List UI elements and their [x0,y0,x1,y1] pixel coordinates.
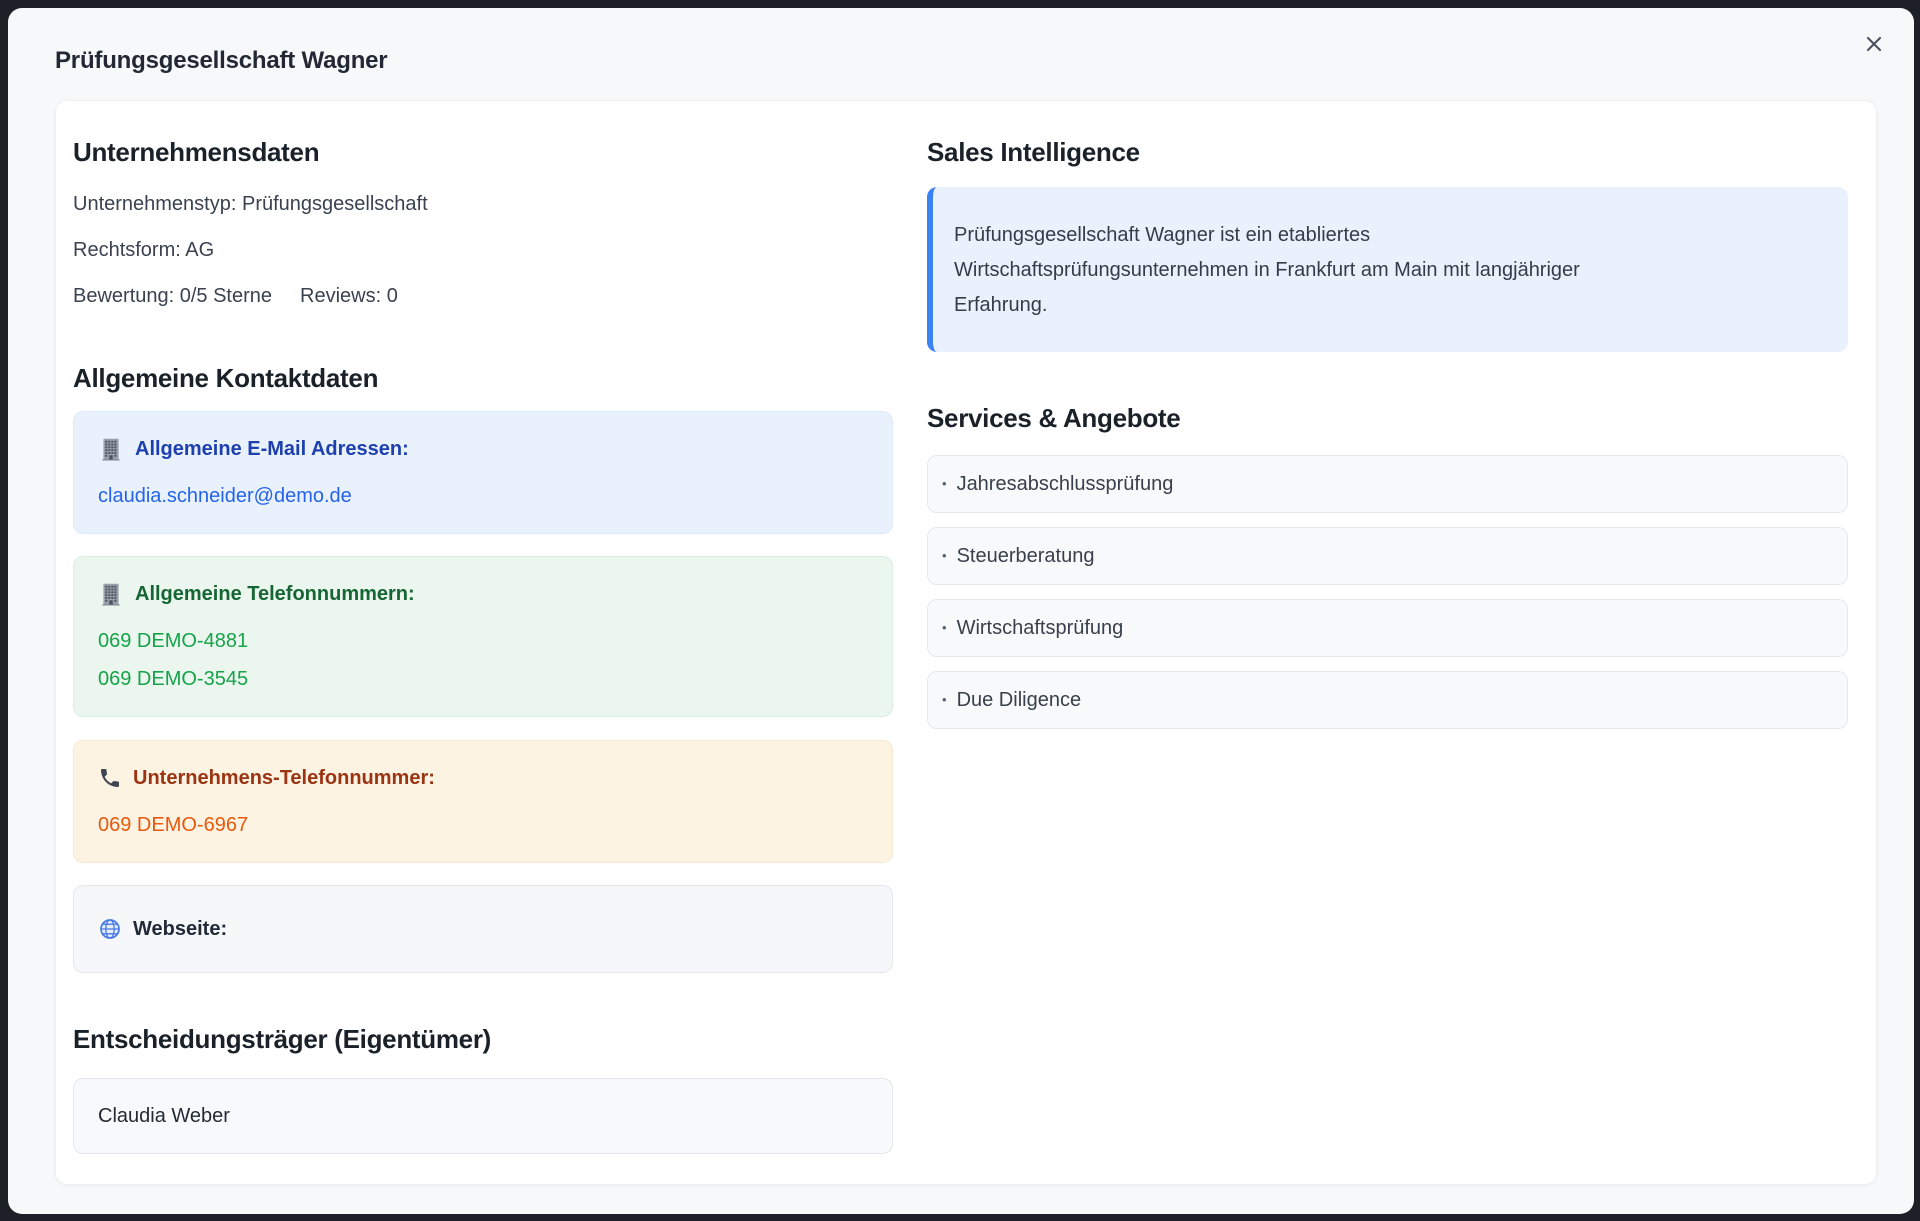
bullet-icon: • [942,542,947,570]
phone-icon [98,766,122,790]
callout-text-line: Prüfungsgesellschaft Wagner ist ein etab… [954,218,1820,253]
left-column: Unternehmensdaten Unternehmenstyp: Prüfu… [73,136,893,1154]
email-box: Allgemeine E-Mail Adressen: claudia.schn… [73,411,893,534]
rating-row: Bewertung: 0/5 Sterne Reviews: 0 [73,282,893,310]
phone-number[interactable]: 069 DEMO-3545 [98,665,868,693]
modal-title: Prüfungsgesellschaft Wagner [55,46,1877,76]
owner-item: Claudia Weber [73,1078,893,1154]
service-item: • Due Diligence [927,671,1848,729]
owners-heading: Entscheidungsträger (Eigentümer) [73,1023,893,1055]
rating-value: Bewertung: 0/5 Sterne [73,282,272,310]
company-phone-label: Unternehmens-Telefonnummer: [133,764,435,792]
email-box-label-row: Allgemeine E-Mail Adressen: [98,435,868,463]
company-phone-label-row: Unternehmens-Telefonnummer: [98,764,868,792]
reviews-count: Reviews: 0 [300,282,398,310]
close-button[interactable] [1862,32,1886,56]
service-item: • Wirtschaftsprüfung [927,599,1848,657]
service-label: Wirtschaftsprüfung [957,614,1124,642]
service-label: Jahresabschlussprüfung [957,470,1174,498]
callout-text-line: Erfahrung. [954,288,1820,323]
service-label: Due Diligence [957,686,1082,714]
general-phone-box: Allgemeine Telefonnummern: 069 DEMO-4881… [73,556,893,717]
contact-data-heading: Allgemeine Kontaktdaten [73,362,893,394]
general-phone-label-row: Allgemeine Telefonnummern: [98,580,868,608]
company-data-heading: Unternehmensdaten [73,136,893,168]
service-item: • Steuerberatung [927,527,1848,585]
company-detail-modal: Prüfungsgesellschaft Wagner Unternehmens… [8,8,1914,1214]
right-column: Sales Intelligence Prüfungsgesellschaft … [927,136,1848,729]
website-box: Webseite: [73,885,893,973]
company-phone-box: Unternehmens-Telefonnummer: 069 DEMO-696… [73,740,893,863]
company-type-row: Unternehmenstyp: Prüfungsgesellschaft [73,190,893,218]
callout-text-line: Wirtschaftsprüfungsunternehmen in Frankf… [954,253,1820,288]
bullet-icon: • [942,686,947,714]
service-item: • Jahresabschlussprüfung [927,455,1848,513]
bullet-icon: • [942,614,947,642]
content-card: Unternehmensdaten Unternehmenstyp: Prüfu… [55,100,1877,1185]
website-label: Webseite: [133,915,227,943]
sales-intelligence-heading: Sales Intelligence [927,136,1848,168]
company-phone-number[interactable]: 069 DEMO-6967 [98,811,868,839]
email-box-label: Allgemeine E-Mail Adressen: [135,435,409,463]
globe-icon [98,917,122,941]
email-link[interactable]: claudia.schneider@demo.de [98,482,352,510]
services-heading: Services & Angebote [927,402,1848,434]
website-label-row: Webseite: [98,915,868,943]
building-icon [98,581,124,607]
sales-intelligence-callout: Prüfungsgesellschaft Wagner ist ein etab… [927,187,1848,352]
legal-form-row: Rechtsform: AG [73,236,893,264]
bullet-icon: • [942,470,947,498]
close-icon [1862,32,1886,56]
general-phone-label: Allgemeine Telefonnummern: [135,580,415,608]
building-icon [98,436,124,462]
service-label: Steuerberatung [957,542,1095,570]
phone-number[interactable]: 069 DEMO-4881 [98,627,868,655]
